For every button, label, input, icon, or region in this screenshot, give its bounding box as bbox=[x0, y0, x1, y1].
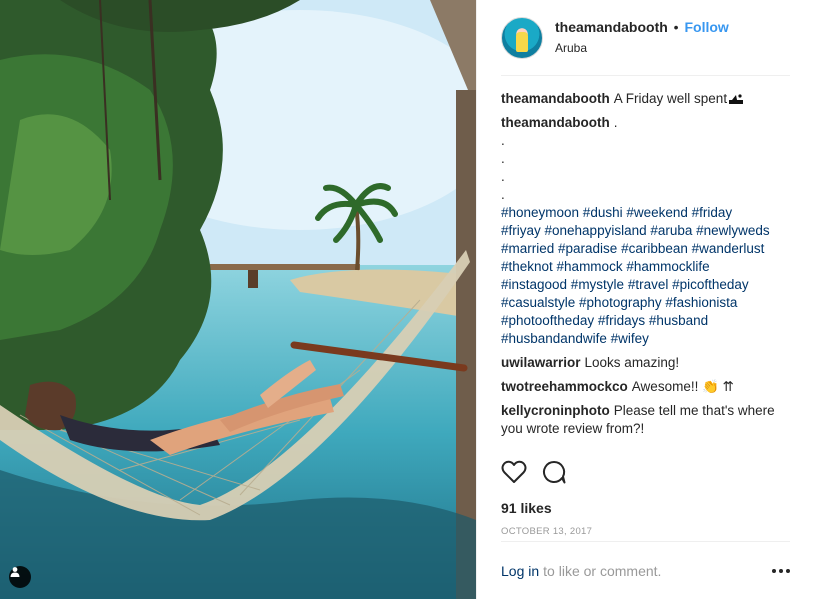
dot-line: . bbox=[501, 151, 505, 166]
login-footer: Log in to like or comment. bbox=[501, 541, 790, 600]
comment: kellycroninphoto Please tell me that's wh… bbox=[501, 402, 790, 438]
hashtag-line[interactable]: #honeymoon #dushi #weekend #friday bbox=[501, 205, 732, 220]
follow-button[interactable]: Follow bbox=[684, 19, 728, 35]
hashtag-line[interactable]: #friyay #onehappyisland #aruba #newlywed… bbox=[501, 223, 770, 238]
hashtags: #honeymoon #dushi #weekend #friday #friy… bbox=[501, 204, 790, 348]
instagram-post: theamandabooth • Follow Aruba theamandab… bbox=[0, 0, 814, 599]
login-link[interactable]: Log in bbox=[501, 563, 539, 579]
dot-lines: . . . . bbox=[501, 132, 790, 204]
post-sidebar: theamandabooth • Follow Aruba theamandab… bbox=[476, 0, 814, 599]
heart-icon[interactable] bbox=[501, 460, 527, 484]
header-text: theamandabooth • Follow Aruba bbox=[555, 19, 729, 56]
comment-text: Looks amazing! bbox=[584, 355, 680, 370]
action-icons bbox=[501, 452, 790, 492]
location-link[interactable]: Aruba bbox=[555, 41, 729, 56]
comments-list: theamandabooth A Friday well spent theama… bbox=[501, 76, 790, 450]
followup-username[interactable]: theamandabooth bbox=[501, 115, 610, 130]
comment-username[interactable]: kellycroninphoto bbox=[501, 403, 610, 418]
header-separator: • bbox=[673, 19, 679, 36]
dot-line: . bbox=[501, 187, 505, 202]
comment-username[interactable]: twotreehammockco bbox=[501, 379, 628, 394]
photo-illustration bbox=[0, 0, 476, 599]
post-header: theamandabooth • Follow Aruba bbox=[501, 0, 790, 76]
hashtag-line[interactable]: #photooftheday #fridays #husband bbox=[501, 313, 708, 328]
user-tag-icon[interactable] bbox=[9, 566, 31, 588]
hashtag-line[interactable]: #husbandandwife #wifey bbox=[501, 331, 649, 346]
hashtag-line[interactable]: #married #paradise #caribbean #wanderlus… bbox=[501, 241, 764, 256]
hashtag-line[interactable]: #casualstyle #photography #fashionista bbox=[501, 295, 737, 310]
beach-icon bbox=[729, 94, 744, 104]
caption-text: A Friday well spent bbox=[613, 91, 728, 106]
caption: theamandabooth A Friday well spent bbox=[501, 90, 790, 108]
dot-line: . bbox=[501, 133, 505, 148]
post-photo[interactable] bbox=[0, 0, 476, 599]
post-date: OCTOBER 13, 2017 bbox=[501, 526, 593, 537]
caption-followup: theamandabooth. bbox=[501, 114, 790, 132]
dot-line: . bbox=[501, 169, 505, 184]
more-options-icon[interactable] bbox=[772, 569, 790, 573]
hashtag-line[interactable]: #instagood #mystyle #travel #picoftheday bbox=[501, 277, 749, 292]
avatar[interactable] bbox=[501, 16, 543, 59]
comment-icon[interactable] bbox=[541, 460, 567, 484]
followup-text: . bbox=[613, 115, 618, 130]
comment-text: Awesome!! 👏 ⇈ bbox=[631, 379, 734, 394]
post-actions: 91 likes OCTOBER 13, 2017 bbox=[501, 452, 790, 537]
comment: uwilawarrior Looks amazing! bbox=[501, 354, 790, 372]
comment: twotreehammockco Awesome!! 👏 ⇈ bbox=[501, 378, 790, 396]
header-username[interactable]: theamandabooth bbox=[555, 19, 668, 35]
comment-username[interactable]: uwilawarrior bbox=[501, 355, 581, 370]
likes-count[interactable]: 91 likes bbox=[501, 500, 790, 516]
login-prompt-text: to like or comment. bbox=[543, 563, 662, 579]
caption-username[interactable]: theamandabooth bbox=[501, 91, 610, 106]
hashtag-line[interactable]: #theknot #hammock #hammocklife bbox=[501, 259, 710, 274]
